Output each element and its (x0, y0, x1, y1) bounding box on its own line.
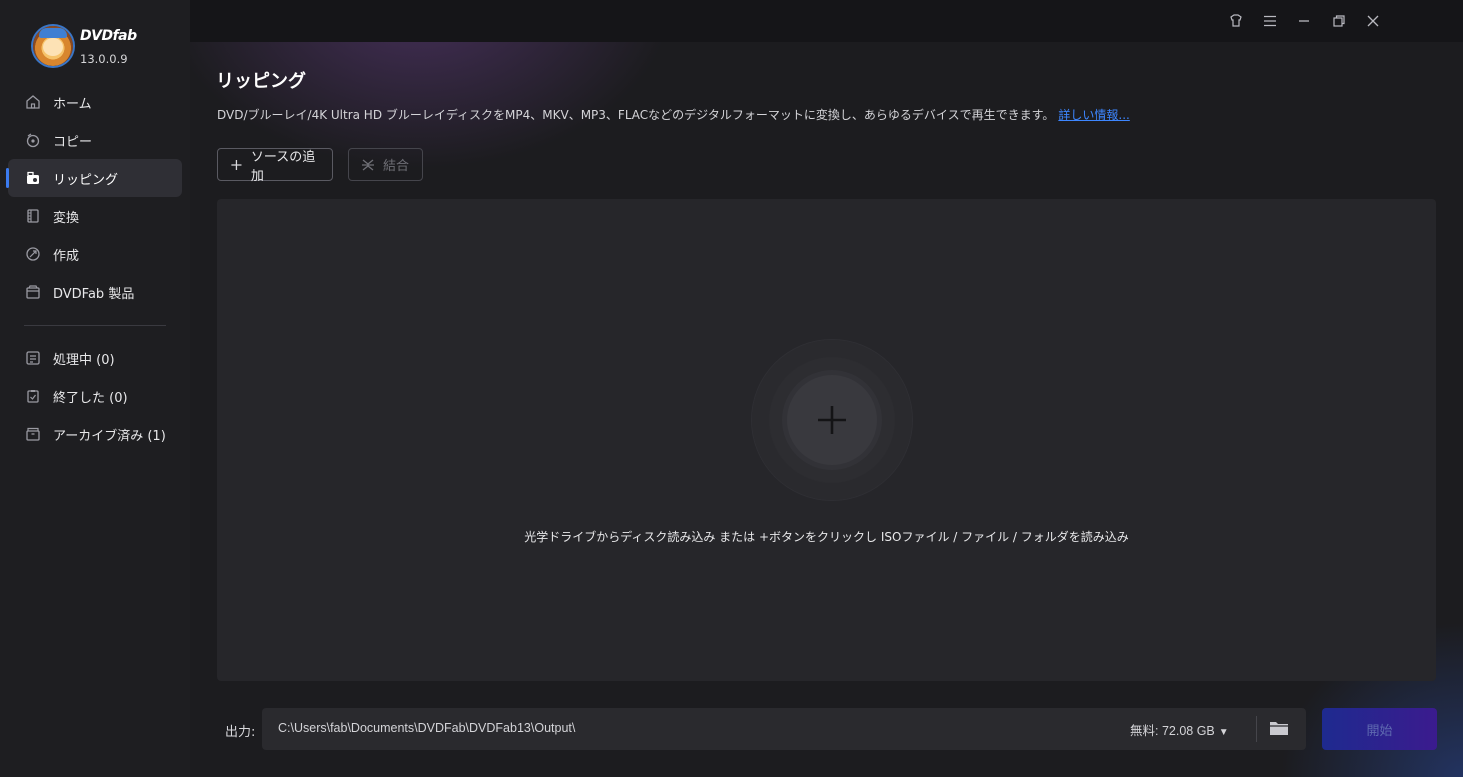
add-source-button[interactable]: ソースの追加 (217, 148, 333, 184)
plus-icon (231, 159, 242, 170)
sidebar-item-label: コピー (53, 134, 93, 150)
sidebar-item-finished[interactable]: 終了した (0) (8, 377, 182, 415)
archive-icon (26, 427, 40, 441)
drop-hint: 光学ドライブからディスク読み込み または +ボタンをクリックし ISOファイル … (524, 530, 1129, 544)
sidebar-item-label: アーカイブ済み (1) (53, 428, 166, 444)
restore-button[interactable] (1329, 11, 1349, 31)
description-text: DVD/ブルーレイ/4K Ultra HD ブルーレイディスクをMP4、MKV、… (217, 108, 1055, 122)
title-bar (190, 0, 1463, 42)
skin-icon (1230, 14, 1242, 27)
merge-label: 結合 (383, 159, 410, 174)
add-circle (787, 375, 877, 465)
free-space-dropdown[interactable]: 無料: 72.08 GB ▼ (1130, 720, 1229, 739)
free-space-label: 無料: 72.08 GB (1130, 724, 1215, 738)
page-title: リッピング (216, 71, 306, 92)
add-source-circle-button[interactable] (752, 340, 912, 500)
sidebar-item-label: ホーム (53, 96, 92, 112)
home-icon (26, 95, 40, 109)
finished-icon (27, 390, 39, 403)
sidebar-item-creator[interactable]: 作成 (8, 235, 182, 273)
minimize-button[interactable] (1294, 11, 1314, 31)
minimize-icon (1299, 20, 1309, 22)
close-icon (1367, 15, 1379, 27)
sidebar-item-home[interactable]: ホーム (8, 83, 182, 121)
sidebar: DVDfab 13.0.0.9 ホーム コピー リッピング 変換 作成 DVDF… (0, 0, 190, 777)
processing-icon (26, 351, 40, 365)
folder-icon (1270, 722, 1288, 735)
sidebar-item-label: 終了した (0) (53, 390, 128, 406)
drop-zone[interactable]: 光学ドライブからディスク読み込み または +ボタンをクリックし ISOファイル … (217, 199, 1436, 681)
output-divider (1256, 716, 1257, 742)
brand: DVDfab 13.0.0.9 (33, 26, 183, 70)
browse-folder-button[interactable] (1268, 719, 1292, 739)
app-version: 13.0.0.9 (80, 52, 128, 66)
sidebar-item-label: DVDFab 製品 (53, 286, 135, 302)
output-path[interactable]: C:\Users\fab\Documents\DVDFab\DVDFab13\O… (278, 721, 575, 735)
sidebar-item-converter[interactable]: 変換 (8, 197, 182, 235)
sidebar-divider (24, 325, 166, 326)
sidebar-item-label: 変換 (53, 210, 80, 226)
merge-icon (362, 158, 374, 171)
sidebar-item-archived[interactable]: アーカイブ済み (1) (8, 415, 182, 453)
converter-icon (27, 209, 39, 223)
brand-name: DVDfab (80, 28, 137, 44)
close-button[interactable] (1363, 11, 1383, 31)
restore-icon (1333, 15, 1345, 27)
sidebar-item-processing[interactable]: 処理中 (0) (8, 339, 182, 377)
page-description: DVD/ブルーレイ/4K Ultra HD ブルーレイディスクをMP4、MKV、… (217, 106, 1130, 123)
sidebar-item-copy[interactable]: コピー (8, 121, 182, 159)
output-bar: C:\Users\fab\Documents\DVDFab\DVDFab13\O… (262, 708, 1306, 750)
dvdfab-window: DVDfab 13.0.0.9 ホーム コピー リッピング 変換 作成 DVDF… (0, 0, 1463, 777)
creator-icon (26, 247, 40, 261)
caret-down-icon: ▼ (1218, 727, 1229, 738)
add-source-label: ソースの追加 (250, 149, 316, 184)
output-label: 出力: (225, 725, 256, 740)
large-plus-icon (818, 406, 846, 434)
menu-button[interactable] (1260, 11, 1280, 31)
sidebar-item-products[interactable]: DVDFab 製品 (8, 273, 182, 311)
copy-icon (26, 133, 40, 148)
sidebar-item-label: 処理中 (0) (53, 352, 115, 368)
start-button[interactable]: 開始 (1322, 708, 1437, 750)
sidebar-item-ripper[interactable]: リッピング (6, 159, 182, 197)
products-icon (26, 285, 40, 299)
more-info-link[interactable]: 詳しい情報... (1058, 108, 1129, 122)
ripper-icon (27, 171, 39, 184)
sidebar-item-label: 作成 (53, 248, 80, 264)
main-panel: リッピング DVD/ブルーレイ/4K Ultra HD ブルーレイディスクをMP… (190, 0, 1463, 777)
main-nav: ホーム コピー リッピング 変換 作成 DVDFab 製品 処理中 (0) 終了… (6, 83, 182, 453)
merge-button[interactable]: 結合 (348, 148, 423, 181)
dvdfab-logo-icon (33, 26, 73, 66)
skin-button[interactable] (1226, 11, 1246, 31)
menu-icon (1264, 15, 1276, 27)
sidebar-item-label: リッピング (53, 172, 119, 188)
